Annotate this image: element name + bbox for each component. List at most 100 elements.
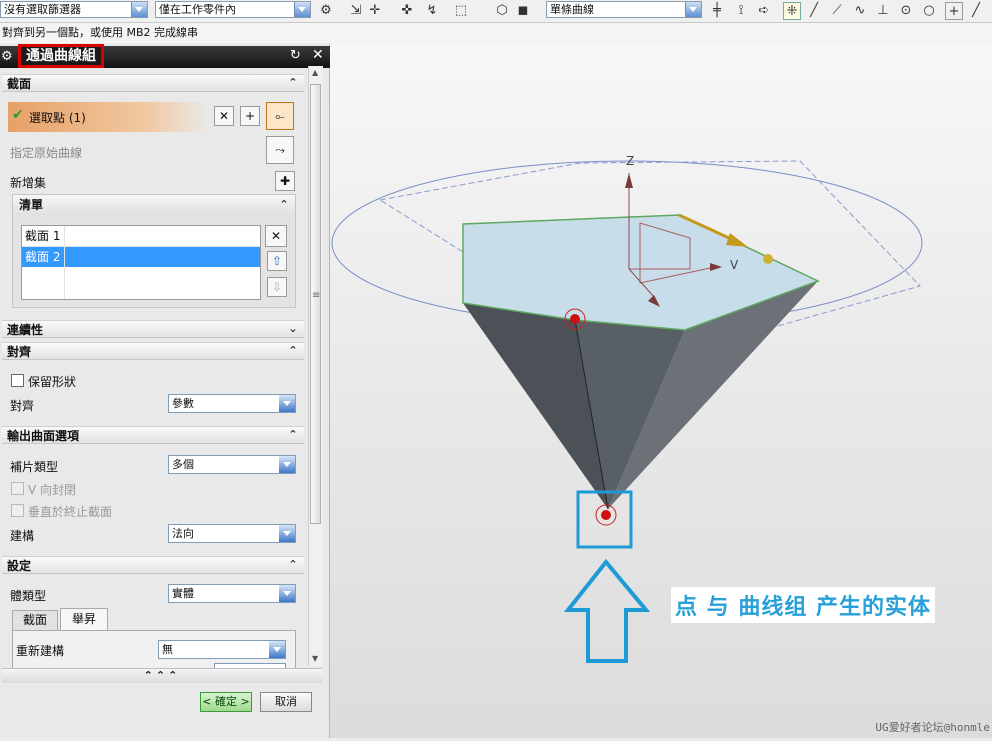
gear-icon[interactable]: ⚙: [1, 49, 13, 64]
snap-points-icon[interactable]: ⁜: [783, 2, 801, 20]
chevron-down-icon[interactable]: [131, 2, 147, 17]
scroll-up-icon[interactable]: ▲: [312, 68, 318, 77]
chevron-down-icon[interactable]: ⌄: [286, 322, 300, 336]
chevrons-up-icon[interactable]: ⌃⌃⌃: [144, 669, 181, 682]
chevron-down-icon[interactable]: [279, 395, 295, 412]
line-icon[interactable]: ╱: [968, 2, 984, 18]
keep-shape-checkbox[interactable]: [11, 374, 24, 387]
circle-icon[interactable]: ○: [921, 2, 937, 18]
scope-selector[interactable]: 僅在工作零件內: [155, 1, 311, 18]
scrollbar-thumb[interactable]: ≡: [310, 84, 321, 524]
chevron-down-icon[interactable]: [279, 525, 295, 542]
pan-icon[interactable]: ↯: [424, 2, 440, 18]
box-select-icon[interactable]: ⬚: [453, 2, 469, 18]
patch-type-label: 補片類型: [10, 460, 59, 474]
v-closed-label: V 向封閉: [28, 483, 77, 497]
plus-icon[interactable]: +: [945, 2, 963, 20]
tree-icon[interactable]: ⟟: [733, 2, 749, 18]
solid-view-icon[interactable]: ◼: [515, 2, 531, 18]
model-view[interactable]: Z V: [330, 43, 992, 738]
normal-to-end-checkbox[interactable]: [11, 504, 24, 517]
shaded-view-icon[interactable]: ⬡: [494, 2, 510, 18]
chevron-up-icon[interactable]: ⌃: [286, 76, 300, 90]
scroll-down-icon[interactable]: ▼: [312, 654, 318, 663]
tab-lofting-label: 舉昇: [71, 612, 96, 626]
panel-scrollbar[interactable]: ▲ ≡ ▼: [308, 66, 323, 666]
midpoint-icon[interactable]: ⟋: [829, 2, 845, 18]
chevron-down-icon[interactable]: [685, 2, 701, 17]
section-header-label: 截面: [7, 77, 32, 91]
construct-label: 建構: [10, 529, 35, 543]
tab-section[interactable]: 截面: [12, 610, 58, 630]
output-options-header[interactable]: 輸出曲面選項 ⌃: [2, 426, 304, 444]
list-item[interactable]: 截面 1: [22, 226, 260, 247]
arrow-right-icon[interactable]: ➪: [756, 2, 772, 18]
chevron-up-icon[interactable]: ⌃: [286, 558, 300, 572]
filter-selector[interactable]: 沒有選取篩選器: [0, 1, 148, 18]
direction-arrow-icon[interactable]: [726, 233, 748, 247]
section-list[interactable]: 截面 1 截面 2: [21, 225, 261, 300]
chevron-up-icon[interactable]: ⌃: [286, 428, 300, 442]
curve-select-button[interactable]: ⟜: [266, 102, 294, 130]
vector-handle[interactable]: [763, 254, 773, 264]
z-axis-arrow: [625, 173, 633, 188]
curve-rule-selector[interactable]: 單條曲線: [546, 1, 702, 18]
clear-selection-button[interactable]: ✕: [214, 106, 234, 126]
watermark: UG爱好者论坛@honmle: [875, 719, 990, 735]
alignment-label: 對齊: [10, 399, 35, 413]
chevron-up-icon[interactable]: ⌃: [286, 344, 300, 358]
watermark-text: UG爱好者论坛@honmle: [875, 721, 990, 734]
dialog-title: 通過曲線組: [18, 44, 104, 68]
tangent-icon[interactable]: ⊥: [875, 2, 891, 18]
move-icon[interactable]: ✜: [399, 2, 415, 18]
chevron-down-icon[interactable]: [279, 585, 295, 602]
list-item-selected[interactable]: 截面 2: [22, 247, 260, 267]
ok-button[interactable]: < 確定 >: [200, 692, 252, 712]
continuity-header[interactable]: 連續性 ⌄: [2, 320, 304, 338]
apex-point[interactable]: [601, 510, 611, 520]
section-header[interactable]: 截面 ⌃: [2, 74, 304, 92]
chevron-down-icon[interactable]: [269, 641, 285, 658]
move-up-button[interactable]: ⇧: [267, 251, 287, 271]
curve-icon[interactable]: ∿: [852, 2, 868, 18]
close-icon[interactable]: ✕: [312, 47, 324, 63]
select-tool-icon[interactable]: ⇲: [348, 2, 364, 18]
origin-curve-button[interactable]: ⤳: [266, 136, 294, 164]
rebuild-dropdown[interactable]: 無: [158, 640, 286, 659]
chevron-down-icon[interactable]: [279, 456, 295, 473]
line-end-icon[interactable]: ╱: [806, 2, 822, 18]
snap-icon[interactable]: ⚙: [318, 2, 334, 18]
construct-value: 法向: [172, 527, 194, 540]
alignment-header[interactable]: 對齊 ⌃: [2, 342, 304, 360]
normal-to-end-label: 垂直於終止截面: [28, 505, 113, 519]
section-start-point[interactable]: [570, 314, 580, 324]
chevron-up-icon[interactable]: ⌃: [277, 198, 291, 212]
alignment-dropdown[interactable]: 參數: [168, 394, 296, 413]
point-constructor-button[interactable]: +: [240, 106, 260, 126]
graphics-viewport[interactable]: Z V: [330, 43, 992, 738]
chevron-down-icon[interactable]: [294, 2, 310, 17]
intersection-icon[interactable]: ╪: [709, 2, 725, 18]
remove-item-button[interactable]: ✕: [265, 225, 287, 247]
tab-section-label: 截面: [22, 613, 47, 627]
list-header[interactable]: 清單 ⌃: [13, 195, 295, 215]
patch-type-dropdown[interactable]: 多個: [168, 455, 296, 474]
alignment-value: 參數: [172, 397, 194, 410]
ok-button-label: < 確定 >: [202, 695, 250, 708]
center-icon[interactable]: ⊙: [898, 2, 914, 18]
add-new-set-button[interactable]: ✚: [275, 171, 295, 191]
keep-shape-label: 保留形狀: [28, 375, 77, 389]
dialog-titlebar: ⚙ 通過曲線組 ↻ ✕: [0, 44, 330, 68]
v-closed-checkbox[interactable]: [11, 482, 24, 495]
collapse-more-bar[interactable]: ⌃⌃⌃: [2, 668, 322, 683]
tab-lofting[interactable]: 舉昇: [60, 608, 108, 631]
point-constructor-icon[interactable]: ✛: [367, 2, 383, 18]
reset-icon[interactable]: ↻: [290, 48, 301, 63]
select-points-row[interactable]: ✔ 選取點 (1): [8, 102, 208, 132]
rebuild-label: 重新建構: [16, 644, 65, 658]
construct-dropdown[interactable]: 法向: [168, 524, 296, 543]
cancel-button[interactable]: 取消: [260, 692, 312, 712]
body-type-dropdown[interactable]: 實體: [168, 584, 296, 603]
settings-header[interactable]: 設定 ⌃: [2, 556, 304, 574]
move-down-button[interactable]: ⇩: [267, 277, 287, 297]
